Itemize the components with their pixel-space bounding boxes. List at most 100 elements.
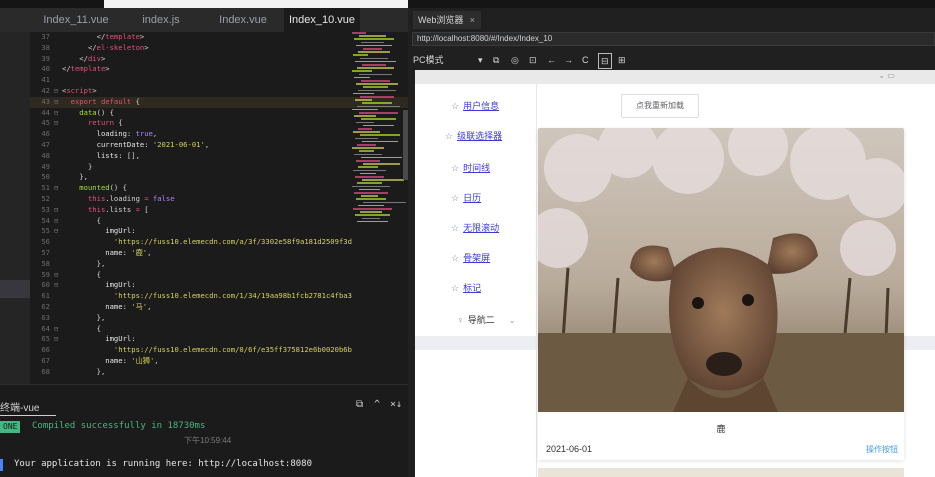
device-mode-select[interactable]: PC模式 [413, 53, 444, 67]
line-number: 67 [41, 355, 50, 365]
line-number: 46 [41, 129, 50, 139]
code-token: name: [62, 301, 132, 311]
line-number: 53 [41, 204, 50, 214]
code-line[interactable]: 62 name: '马', [30, 302, 408, 313]
code-token: loading: [62, 129, 136, 139]
line-number: 65 [41, 334, 50, 344]
code-line[interactable]: 67 name: '山狮', [30, 356, 408, 367]
minimap-line [362, 64, 386, 66]
fold-icon[interactable]: ⊟ [54, 97, 58, 108]
menu-item[interactable]: ☆ 日历 [415, 188, 537, 208]
menu-item-label: 无限滚动 [463, 223, 500, 233]
minimap-line [356, 198, 386, 200]
menu-item[interactable]: ☆ 级联选择器 [415, 126, 537, 146]
screenshot-icon[interactable]: ⧉ [493, 53, 499, 67]
editor-tab[interactable]: index.js [120, 8, 202, 32]
terminal-maximize-icon[interactable]: ^ [374, 399, 380, 410]
fold-icon[interactable]: ⊟ [54, 270, 58, 281]
image-card: 鹿 2021-06-01 操作按钮 [538, 128, 904, 460]
minimap-line [353, 131, 380, 133]
code-line[interactable]: 60 ⊟ imgUrl: [30, 280, 408, 291]
menu-item[interactable]: ☆ 骨架屏 [415, 248, 537, 268]
fold-icon[interactable]: ⊟ [54, 108, 58, 119]
dropdown-arrow-icon[interactable]: ▾ [478, 53, 483, 67]
minimap-line [359, 73, 392, 76]
minimap-line [356, 44, 392, 47]
devtools-icon[interactable]: ⊡ [529, 53, 537, 67]
line-number: 56 [41, 237, 50, 247]
back-arrow-icon[interactable]: ← [547, 53, 556, 67]
code-line[interactable]: 68 }, [30, 367, 408, 378]
terminal-title[interactable]: 终端-vue [0, 399, 39, 414]
code-token: , [152, 129, 158, 139]
editor-tab[interactable]: Index_11.vue [32, 8, 120, 32]
reload-button[interactable]: 点我重新加载 [621, 94, 699, 118]
code-line[interactable]: 66 'https://fuss10.elemecdn.com/0/6f/e35… [30, 345, 408, 356]
pin-icon[interactable]: ⊟ [598, 53, 612, 69]
code-token: '鹿' [131, 247, 148, 257]
code-line[interactable]: 63 }, [30, 313, 408, 324]
minimap[interactable] [352, 32, 406, 232]
fold-icon[interactable]: ⊟ [54, 183, 58, 194]
menu-item[interactable]: ☆ 标记 [415, 278, 537, 298]
desktop: Index_11.vue index.js Index.vue Index_10.vu… [0, 0, 935, 477]
side-menu: ☆ 用户信息 ☆ 级联选择器 ☆ 时间线 ☆ 日历 ☆ 无限滚动 ☆ 骨架屏 ☆ 标记 ♀ 导航二 ⌄ [415, 84, 537, 477]
minimap-line [354, 192, 388, 194]
code-text: loading: true, [62, 129, 158, 140]
terminal-split-icon[interactable]: ⧉ [356, 399, 363, 410]
url-bar[interactable]: http://localhost:8080/#/Index/Index_10 [412, 32, 935, 46]
minimap-line [353, 54, 368, 56]
minimap-line [363, 201, 406, 204]
terminal-close-icon[interactable]: ×↓ [390, 399, 402, 410]
menu-item[interactable]: ♀ 导航二 ⌄ [415, 310, 537, 330]
close-icon[interactable]: × [470, 11, 475, 29]
line-number: 48 [41, 150, 50, 160]
browser-tab[interactable]: Web浏览器 × [413, 11, 481, 29]
menu-item[interactable]: ☆ 用户信息 [415, 96, 537, 116]
minimap-line [353, 92, 374, 95]
code-text: } [62, 162, 92, 173]
star-icon: ☆ [451, 193, 460, 203]
fold-icon[interactable]: ⊟ [54, 216, 58, 227]
line-number: 45 [41, 118, 50, 128]
line-number: 57 [41, 247, 50, 257]
code-token: }, [62, 312, 106, 322]
code-token: > [105, 64, 110, 74]
card-action-button[interactable]: 操作按钮 [866, 444, 898, 455]
code-line[interactable]: 56 'https://fuss10.elemecdn.com/a/3f/330… [30, 237, 408, 248]
minimap-line [357, 144, 376, 146]
code-line[interactable]: 65 ⊟ imgUrl: [30, 334, 408, 345]
menu-item[interactable]: ☆ 无限滚动 [415, 218, 537, 238]
line-number: 52 [41, 193, 50, 203]
code-token: }, [62, 366, 106, 376]
minimap-line [352, 147, 384, 149]
code-text: imgUrl: [62, 280, 135, 291]
code-token: currentDate: [62, 139, 153, 149]
fold-icon[interactable]: ⊟ [54, 118, 58, 129]
minimap-line [363, 86, 388, 88]
code-line[interactable]: 64 ⊟ { [30, 324, 408, 335]
forward-arrow-icon[interactable]: → [564, 53, 573, 67]
minimap-line [358, 166, 378, 168]
fold-icon[interactable]: ⊟ [54, 205, 58, 216]
grid-icon[interactable]: ⊞ [618, 53, 626, 67]
minimap-line [357, 67, 394, 69]
code-text: data() { [62, 108, 114, 119]
editor-tab[interactable]: Index.vue [202, 8, 284, 32]
menu-item[interactable]: ☆ 时间线 [415, 158, 537, 178]
inspect-icon[interactable]: ◎ [511, 53, 519, 67]
code-line[interactable]: 57 name: '鹿', [30, 248, 408, 259]
fold-icon[interactable]: ⊟ [54, 324, 58, 335]
code-line[interactable]: 58 }, [30, 259, 408, 270]
refresh-icon[interactable]: C [582, 53, 589, 67]
code-line[interactable]: 59 ⊟ { [30, 270, 408, 281]
code-token: template [70, 64, 106, 74]
fold-icon[interactable]: ⊟ [54, 280, 58, 291]
fold-icon[interactable]: ⊟ [54, 86, 58, 97]
code-text: this.loading = false [62, 194, 175, 205]
fold-icon[interactable]: ⊟ [54, 226, 58, 237]
code-line[interactable]: 61 'https://fuss10.elemecdn.com/1/34/19a… [30, 291, 408, 302]
editor-tab[interactable]: Index_10.vue [284, 8, 360, 32]
terminal-title-underline [0, 415, 56, 416]
fold-icon[interactable]: ⊟ [54, 334, 58, 345]
